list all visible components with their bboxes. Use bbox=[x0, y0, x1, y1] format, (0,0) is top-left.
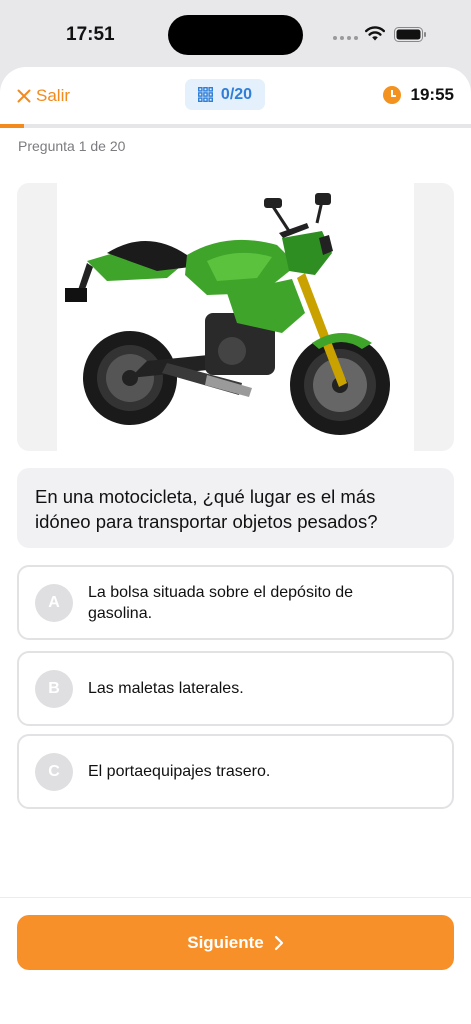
exit-button[interactable]: Salir bbox=[17, 86, 70, 106]
chevron-right-icon bbox=[274, 935, 283, 950]
question-index: Pregunta 1 de 20 bbox=[18, 138, 126, 154]
option-c[interactable]: C El portaequipajes trasero. bbox=[17, 734, 454, 809]
progress-fill bbox=[0, 124, 24, 128]
timer: 19:55 bbox=[382, 85, 454, 105]
answered-counter: 0/20 bbox=[220, 85, 253, 103]
question-text: En una motocicleta, ¿qué lugar es el más… bbox=[17, 468, 454, 548]
clock-icon bbox=[382, 86, 401, 104]
timer-value: 19:55 bbox=[410, 85, 454, 104]
question-image bbox=[17, 183, 454, 451]
quiz-sheet: Salir 0/20 19:55 Pregunta 1 de 20 En una… bbox=[0, 67, 471, 1024]
quiz-topbar: Salir 0/20 19:55 bbox=[0, 67, 471, 124]
exit-label: Salir bbox=[36, 86, 71, 105]
option-a[interactable]: A La bolsa situada sobre el depósito de … bbox=[17, 565, 454, 640]
wifi-icon bbox=[365, 26, 385, 41]
option-text: Las maletas laterales. bbox=[88, 680, 244, 697]
option-letter: B bbox=[35, 669, 73, 708]
option-b[interactable]: B Las maletas laterales. bbox=[17, 651, 454, 726]
dynamic-island bbox=[168, 15, 303, 55]
next-button[interactable]: Siguiente bbox=[17, 915, 454, 970]
question-grid-button[interactable]: 0/20 bbox=[185, 79, 265, 110]
battery-icon bbox=[394, 27, 426, 42]
footer-divider bbox=[0, 897, 471, 898]
close-icon bbox=[17, 89, 31, 103]
motorcycle-image bbox=[65, 193, 390, 435]
option-text: La bolsa situada sobre el depósito de ga… bbox=[88, 583, 354, 622]
option-text: El portaequipajes trasero. bbox=[88, 763, 271, 780]
status-bar: 17:51 bbox=[0, 0, 471, 68]
cellular-signal-icon bbox=[333, 36, 358, 40]
next-label: Siguiente bbox=[187, 932, 264, 952]
grid-icon bbox=[197, 87, 213, 102]
progress-bar bbox=[0, 124, 471, 128]
option-letter: A bbox=[35, 583, 73, 622]
option-letter: C bbox=[35, 752, 73, 791]
status-time: 17:51 bbox=[66, 24, 115, 45]
